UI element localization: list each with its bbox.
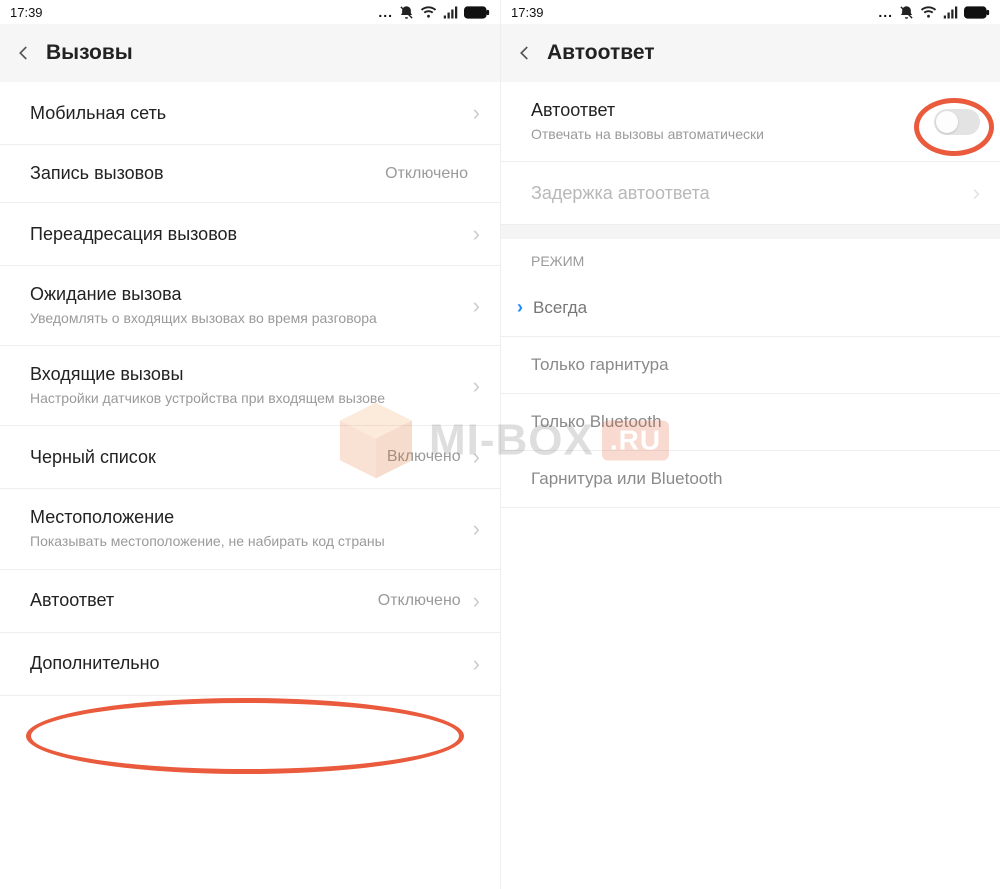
chevron-right-icon: › — [473, 651, 480, 677]
item-call-forwarding[interactable]: Переадресация вызовов › — [0, 203, 500, 266]
chevron-right-icon: › — [473, 588, 480, 614]
item-location[interactable]: Местоположение Показывать местоположение… — [0, 489, 500, 569]
item-call-recording[interactable]: Запись вызовов Отключено — [0, 145, 500, 203]
phone-left: 17:39 ... Вызов — [0, 0, 500, 889]
mode-label: Всегда — [533, 298, 587, 318]
item-auto-answer-toggle[interactable]: Автоответ Отвечать на вызовы автоматичес… — [501, 82, 1000, 162]
item-title: Автоответ — [531, 100, 934, 121]
item-mobile-network[interactable]: Мобильная сеть › — [0, 82, 500, 145]
auto-answer-settings: Автоответ Отвечать на вызовы автоматичес… — [501, 82, 1000, 889]
section-divider — [501, 225, 1000, 239]
chevron-right-icon: › — [973, 180, 980, 206]
item-subtitle: Уведомлять о входящих вызовах во время р… — [30, 309, 473, 327]
item-advanced[interactable]: Дополнительно › — [0, 633, 500, 696]
item-title: Черный список — [30, 447, 387, 468]
item-answer-delay[interactable]: Задержка автоответа › — [501, 162, 1000, 225]
back-button[interactable] — [4, 33, 44, 73]
settings-list: Мобильная сеть › Запись вызовов Отключен… — [0, 82, 500, 889]
item-title: Запись вызовов — [30, 163, 385, 184]
battery-icon — [964, 6, 990, 19]
page-title: Автоответ — [547, 41, 655, 65]
more-dots-icon: ... — [378, 4, 393, 20]
item-value: Включено — [387, 448, 461, 466]
mode-always[interactable]: › Всегда — [501, 279, 1000, 337]
item-title: Местоположение — [30, 507, 473, 528]
status-bar: 17:39 ... — [501, 0, 1000, 24]
chevron-right-icon: › — [473, 100, 480, 126]
item-subtitle: Отвечать на вызовы автоматически — [531, 125, 934, 143]
item-title: Задержка автоответа — [531, 183, 973, 204]
chevron-right-icon: › — [473, 293, 480, 319]
item-title: Ожидание вызова — [30, 284, 473, 305]
chevron-right-icon: › — [473, 373, 480, 399]
mode-headset-only[interactable]: Только гарнитура — [501, 337, 1000, 394]
item-title: Переадресация вызовов — [30, 224, 473, 245]
more-dots-icon: ... — [878, 4, 893, 20]
header: Вызовы — [0, 24, 500, 82]
status-time: 17:39 — [511, 5, 544, 20]
item-incoming-calls[interactable]: Входящие вызовы Настройки датчиков устро… — [0, 346, 500, 426]
mode-label: Только гарнитура — [531, 355, 669, 375]
chevron-right-icon: › — [473, 221, 480, 247]
status-icons: ... — [878, 4, 990, 20]
item-value: Отключено — [385, 165, 468, 183]
page-title: Вызовы — [46, 41, 133, 65]
dnd-icon — [899, 5, 914, 20]
back-button[interactable] — [505, 33, 545, 73]
check-icon: › — [517, 297, 523, 318]
item-blacklist[interactable]: Черный список Включено › — [0, 426, 500, 489]
phone-right: 17:39 ... Автоо — [500, 0, 1000, 889]
item-title: Дополнительно — [30, 653, 473, 674]
item-title: Входящие вызовы — [30, 364, 473, 385]
mode-headset-or-bluetooth[interactable]: Гарнитура или Bluetooth — [501, 451, 1000, 508]
wifi-icon — [920, 5, 937, 19]
item-subtitle: Показывать местоположение, не набирать к… — [30, 532, 473, 550]
chevron-right-icon: › — [473, 444, 480, 470]
item-subtitle: Настройки датчиков устройства при входящ… — [30, 389, 473, 407]
item-call-waiting[interactable]: Ожидание вызова Уведомлять о входящих вы… — [0, 266, 500, 346]
status-bar: 17:39 ... — [0, 0, 500, 24]
status-icons: ... — [378, 4, 490, 20]
signal-icon — [943, 6, 958, 19]
signal-icon — [443, 6, 458, 19]
mode-label: Только Bluetooth — [531, 412, 662, 432]
section-label-mode: РЕЖИМ — [501, 239, 1000, 279]
status-time: 17:39 — [10, 5, 43, 20]
item-auto-answer[interactable]: Автоответ Отключено › — [0, 570, 500, 633]
wifi-icon — [420, 5, 437, 19]
item-title: Автоответ — [30, 590, 378, 611]
item-value: Отключено — [378, 592, 461, 610]
chevron-right-icon: › — [473, 516, 480, 542]
header: Автоответ — [501, 24, 1000, 82]
mode-bluetooth-only[interactable]: Только Bluetooth — [501, 394, 1000, 451]
toggle-switch[interactable] — [934, 109, 980, 135]
dnd-icon — [399, 5, 414, 20]
battery-icon — [464, 6, 490, 19]
item-title: Мобильная сеть — [30, 103, 473, 124]
mode-label: Гарнитура или Bluetooth — [531, 469, 722, 489]
